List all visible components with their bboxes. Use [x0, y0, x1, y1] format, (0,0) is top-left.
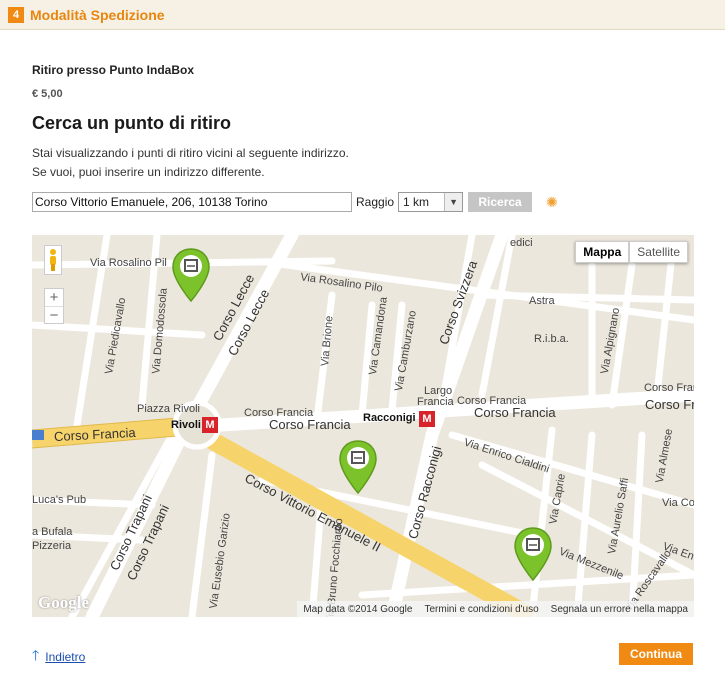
map-label: Francia — [417, 396, 454, 408]
step-number-badge: 4 — [8, 6, 24, 23]
map-label: Rivoli — [171, 419, 201, 431]
info-text: Stai visualizzando i punti di ritiro vic… — [32, 144, 349, 182]
info-line-2: Se vuoi, puoi inserire un indirizzo diff… — [32, 165, 265, 179]
map-label: Pizzeria — [32, 540, 72, 552]
pickup-point-pin[interactable] — [171, 247, 211, 303]
map-label: Corso Francia — [474, 405, 556, 420]
map-data-attribution: Map data ©2014 Google — [303, 603, 413, 615]
pickup-point-pin[interactable] — [338, 439, 378, 495]
zoom-out-button[interactable]: − — [45, 306, 63, 324]
map-label: Luca's Pub — [32, 494, 87, 506]
chevron-down-icon: ▼ — [444, 193, 463, 211]
address-input[interactable] — [32, 192, 352, 212]
map-label: Racconigi — [363, 412, 416, 424]
shipping-price: € 5,00 — [32, 88, 63, 100]
arrow-up-icon: 🡑 — [32, 647, 40, 663]
map-footer: Map data ©2014 Google Termini e condizio… — [297, 601, 694, 617]
shipping-method-name: Ritiro presso Punto IndaBox — [32, 63, 195, 77]
step-title: Modalità Spedizione — [30, 6, 165, 23]
map-label: Corso Franc — [644, 382, 694, 394]
section-title: Cerca un punto di ritiro — [32, 113, 232, 133]
search-button[interactable]: Ricerca — [468, 192, 533, 212]
continue-button[interactable]: Continua — [619, 643, 693, 665]
pickup-point-pin[interactable] — [513, 526, 553, 582]
metro-icon: M — [202, 417, 218, 433]
map-label: Corso Francia — [269, 417, 351, 432]
zoom-in-button[interactable]: + — [45, 289, 63, 306]
radius-select[interactable]: 1 km ▼ — [398, 192, 464, 212]
google-logo: Google — [38, 593, 89, 612]
map-label: a Bufala — [32, 526, 73, 538]
back-link-label[interactable]: Indietro — [45, 650, 85, 664]
map-label: Piazza Rivoli — [137, 403, 200, 415]
search-row: Raggio 1 km ▼ Ricerca ✺ — [32, 192, 558, 212]
step-header: 4 Modalità Spedizione — [0, 0, 725, 30]
info-line-1: Stai visualizzando i punti di ritiro vic… — [32, 146, 349, 160]
back-link[interactable]: 🡑 Indietro — [32, 645, 85, 669]
metro-icon: M — [419, 411, 435, 427]
radius-label: Raggio — [356, 195, 395, 209]
map[interactable]: Via Rosalino Pil Via Rosalino Pilo Via D… — [32, 235, 694, 617]
map-label: Via Rosalino Pil — [90, 257, 167, 269]
map-type-satellite-button[interactable]: Satellite — [629, 241, 688, 263]
street-view-pegman-icon[interactable] — [44, 245, 62, 275]
map-type-control: Mappa Satellite — [575, 241, 688, 263]
map-label: edici — [510, 237, 533, 249]
report-error-link[interactable]: Segnala un errore nella mappa — [545, 604, 694, 615]
radius-selected-value: 1 km — [403, 195, 430, 209]
map-label: Corso Fran — [645, 397, 694, 412]
terms-link[interactable]: Termini e condizioni d'uso — [418, 604, 544, 615]
map-label: R.i.b.a. — [534, 333, 569, 345]
map-type-map-button[interactable]: Mappa — [575, 241, 630, 263]
loading-spinner-icon: ✺ — [546, 193, 558, 210]
map-label: Astra — [529, 295, 555, 307]
zoom-control: + − — [44, 288, 64, 324]
map-label: Via Coa — [662, 497, 694, 509]
